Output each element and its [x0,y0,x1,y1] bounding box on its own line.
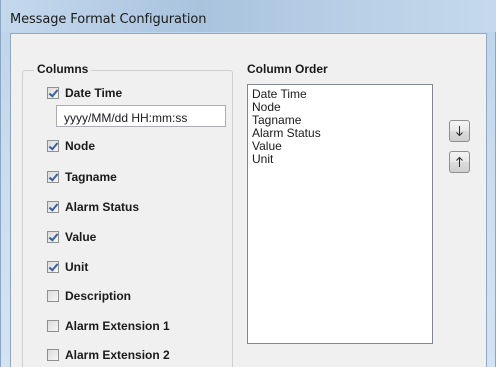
title-bar[interactable]: Message Format Configuration [1,0,496,32]
columns-group-title: Columns [34,62,92,76]
checkbox-date-time[interactable]: Date Time [47,85,122,101]
checkbox-alarm-extension-1[interactable]: Alarm Extension 1 [47,318,170,334]
move-down-button[interactable] [449,120,470,142]
checkbox-label: Alarm Status [65,200,140,214]
checkbox-label: Tagname [65,170,117,184]
column-order-title: Column Order [247,62,328,76]
checkbox-box[interactable] [47,201,59,213]
arrow-up-icon [456,156,463,167]
checkbox-alarm-status[interactable]: Alarm Status [47,199,139,215]
checkbox-box[interactable] [47,140,59,152]
checkbox-unit[interactable]: Unit [47,259,88,275]
checkbox-box[interactable] [47,261,59,273]
checkbox-box[interactable] [47,87,59,99]
checkbox-box[interactable] [47,231,59,243]
window-title: Message Format Configuration [10,12,207,27]
checkbox-box[interactable] [47,349,59,361]
checkbox-tagname[interactable]: Tagname [47,169,117,185]
checkbox-node[interactable]: Node [47,138,95,154]
checkbox-label: Node [65,139,95,153]
checkbox-value[interactable]: Value [47,229,96,245]
list-item[interactable]: Unit [252,153,432,166]
arrow-down-icon [456,126,463,137]
checkbox-label: Description [65,289,132,303]
checkbox-label: Unit [65,260,89,274]
checkbox-label: Value [65,230,97,244]
column-order-list[interactable]: Date Time Node Tagname Alarm Status Valu… [247,84,433,344]
checkbox-box[interactable] [47,290,59,302]
checkbox-description[interactable]: Description [47,288,131,304]
checkbox-label: Alarm Extension 1 [65,319,170,333]
list-item[interactable]: Value [252,140,432,153]
date-format-input[interactable] [56,105,226,127]
checkbox-box[interactable] [47,171,59,183]
checkbox-box[interactable] [47,320,59,332]
checkbox-label: Alarm Extension 2 [65,348,170,362]
checkbox-alarm-extension-2[interactable]: Alarm Extension 2 [47,347,170,363]
move-up-button[interactable] [449,151,470,173]
checkbox-label: Date Time [65,86,123,100]
